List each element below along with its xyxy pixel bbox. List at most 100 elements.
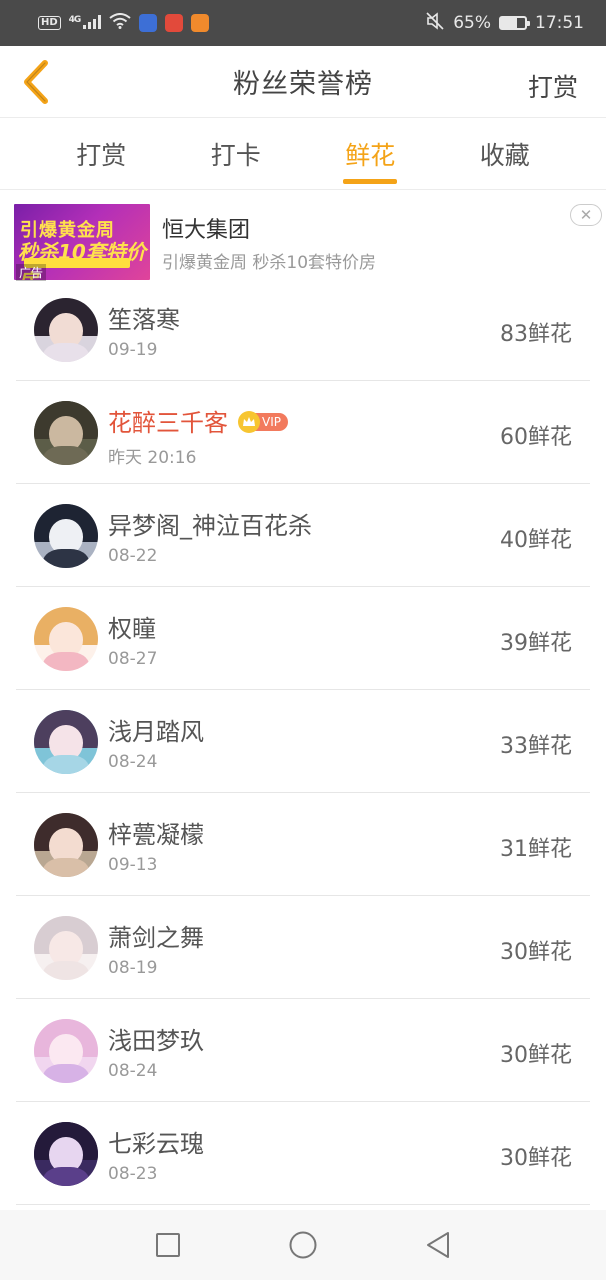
user-name[interactable]: 笙落寒 bbox=[108, 300, 180, 335]
avatar[interactable] bbox=[34, 504, 98, 568]
user-name[interactable]: 浅月踏风 bbox=[108, 712, 204, 747]
user-name[interactable]: 浅田梦玖 bbox=[108, 1021, 204, 1056]
status-bar: HD 4G 65% 17:51 bbox=[0, 0, 606, 46]
gift-date: 08-22 bbox=[108, 546, 158, 566]
list-item[interactable]: 权瞳 08-27 39鲜花 bbox=[16, 587, 590, 690]
user-name-text: 异梦阁_神泣百花杀 bbox=[108, 512, 312, 540]
battery-percent: 65% bbox=[453, 13, 491, 33]
list-item[interactable]: 异梦阁_神泣百花杀 08-22 40鲜花 bbox=[16, 484, 590, 587]
chevron-left-icon bbox=[24, 60, 48, 104]
gift-date: 08-24 bbox=[108, 752, 158, 772]
avatar-body bbox=[42, 1166, 90, 1186]
user-name[interactable]: 花醉三千客 VIP bbox=[108, 403, 288, 438]
flower-count: 30鲜花 bbox=[500, 1146, 572, 1171]
avatar-body bbox=[42, 754, 90, 774]
gift-date: 08-19 bbox=[108, 958, 158, 978]
tab-checkin[interactable]: 打卡 bbox=[169, 118, 304, 189]
video-app-icon bbox=[191, 14, 210, 32]
avatar-body bbox=[42, 445, 90, 465]
flower-count: 30鲜花 bbox=[500, 1043, 572, 1068]
avatar[interactable] bbox=[34, 298, 98, 362]
avatar-body bbox=[42, 342, 90, 362]
hd-badge: HD bbox=[38, 16, 61, 30]
system-nav-bar bbox=[0, 1210, 606, 1280]
signal-icon: 4G bbox=[69, 15, 102, 31]
network-type: 4G bbox=[68, 15, 82, 25]
avatar-body bbox=[42, 1063, 90, 1083]
user-name[interactable]: 萧剑之舞 bbox=[108, 918, 204, 953]
avatar-body bbox=[42, 857, 90, 877]
gift-date: 08-27 bbox=[108, 649, 158, 669]
avatar-body bbox=[42, 960, 90, 980]
tab-favorites[interactable]: 收藏 bbox=[438, 118, 573, 189]
ranking-list: 笙落寒 09-19 83鲜花 花醉三千客 VIP 昨天 20:16 60鲜花 异梦… bbox=[16, 278, 590, 1205]
list-item[interactable]: 花醉三千客 VIP 昨天 20:16 60鲜花 bbox=[16, 381, 590, 484]
status-bar-right: 65% 17:51 bbox=[425, 11, 584, 35]
app-header: 粉丝荣誉榜 打赏 bbox=[0, 46, 606, 118]
flower-count: 40鲜花 bbox=[500, 528, 572, 553]
mute-icon bbox=[425, 11, 445, 35]
avatar-body bbox=[42, 651, 90, 671]
weibo-app-icon bbox=[165, 14, 184, 32]
avatar[interactable] bbox=[34, 607, 98, 671]
user-name-text: 笙落寒 bbox=[108, 306, 180, 334]
tab-bar: 打赏 打卡 鲜花 收藏 bbox=[0, 118, 606, 190]
back-button[interactable] bbox=[12, 58, 60, 106]
gift-date: 08-24 bbox=[108, 1061, 158, 1081]
list-item[interactable]: 笙落寒 09-19 83鲜花 bbox=[16, 278, 590, 381]
user-name[interactable]: 梓甍凝檬 bbox=[108, 815, 204, 850]
user-name-text: 萧剑之舞 bbox=[108, 924, 204, 952]
back-icon bbox=[427, 1232, 450, 1258]
flower-count: 60鲜花 bbox=[500, 425, 572, 450]
home-button[interactable] bbox=[278, 1220, 328, 1270]
back-nav-button[interactable] bbox=[413, 1220, 463, 1270]
list-item[interactable]: 浅田梦玖 08-24 30鲜花 bbox=[16, 999, 590, 1102]
user-name[interactable]: 七彩云瑰 bbox=[108, 1124, 204, 1159]
gift-date: 昨天 20:16 bbox=[108, 448, 197, 468]
flower-count: 30鲜花 bbox=[500, 940, 572, 965]
ad-title[interactable]: 恒大集团 bbox=[162, 212, 250, 244]
tab-flowers[interactable]: 鲜花 bbox=[303, 118, 438, 189]
user-name-text: 浅田梦玖 bbox=[108, 1027, 204, 1055]
flower-count: 39鲜花 bbox=[500, 631, 572, 656]
wifi-icon bbox=[109, 12, 131, 34]
close-icon: ✕ bbox=[579, 205, 593, 224]
avatar[interactable] bbox=[34, 1122, 98, 1186]
gift-date: 08-23 bbox=[108, 1164, 158, 1184]
avatar[interactable] bbox=[34, 916, 98, 980]
flower-count: 33鲜花 bbox=[500, 734, 572, 759]
vip-badge: VIP bbox=[238, 411, 288, 433]
gift-date: 09-19 bbox=[108, 340, 158, 360]
battery-fill bbox=[501, 18, 517, 28]
reward-button[interactable]: 打赏 bbox=[528, 68, 578, 104]
avatar[interactable] bbox=[34, 401, 98, 465]
list-item[interactable]: 七彩云瑰 08-23 30鲜花 bbox=[16, 1102, 590, 1205]
flower-count: 83鲜花 bbox=[500, 322, 572, 347]
user-name-text: 梓甍凝檬 bbox=[108, 821, 204, 849]
crown-icon bbox=[238, 411, 260, 433]
recent-apps-button[interactable] bbox=[143, 1220, 193, 1270]
user-name[interactable]: 权瞳 bbox=[108, 609, 156, 644]
ad-close-button[interactable]: ✕ bbox=[570, 204, 602, 226]
user-name-text: 浅月踏风 bbox=[108, 718, 204, 746]
ad-banner[interactable]: 引爆黄金周 秒杀10套特价房 广告 恒大集团 引爆黄金周 秒杀10套特价房 ✕ bbox=[0, 190, 606, 284]
avatar[interactable] bbox=[34, 1019, 98, 1083]
user-name-text: 权瞳 bbox=[108, 615, 156, 643]
avatar[interactable] bbox=[34, 813, 98, 877]
user-name-text: 七彩云瑰 bbox=[108, 1130, 204, 1158]
status-bar-left: HD 4G bbox=[38, 12, 210, 34]
ad-description[interactable]: 引爆黄金周 秒杀10套特价房 bbox=[162, 248, 376, 273]
clock: 17:51 bbox=[535, 13, 584, 33]
tab-reward[interactable]: 打赏 bbox=[34, 118, 169, 189]
home-icon bbox=[289, 1231, 317, 1259]
list-item[interactable]: 浅月踏风 08-24 33鲜花 bbox=[16, 690, 590, 793]
user-name[interactable]: 异梦阁_神泣百花杀 bbox=[108, 506, 312, 541]
list-item[interactable]: 梓甍凝檬 09-13 31鲜花 bbox=[16, 793, 590, 896]
battery-icon bbox=[499, 16, 530, 30]
flower-count: 31鲜花 bbox=[500, 837, 572, 862]
avatar[interactable] bbox=[34, 710, 98, 774]
list-item[interactable]: 萧剑之舞 08-19 30鲜花 bbox=[16, 896, 590, 999]
user-name-text: 花醉三千客 bbox=[108, 409, 228, 437]
page-title: 粉丝荣誉榜 bbox=[233, 69, 373, 100]
avatar-body bbox=[42, 548, 90, 568]
